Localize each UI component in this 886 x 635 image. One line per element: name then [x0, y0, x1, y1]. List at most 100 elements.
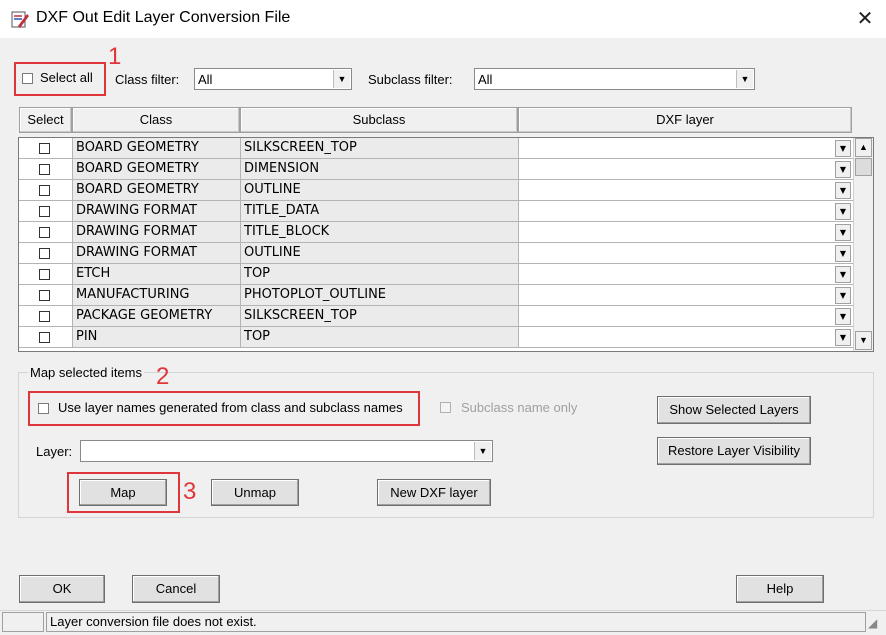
chevron-down-icon[interactable]: ▼ [835, 182, 851, 199]
chevron-down-icon[interactable]: ▼ [835, 329, 851, 346]
table-row[interactable]: BOARD GEOMETRY OUTLINE ▼ [19, 180, 873, 201]
annotation-number-2: 2 [156, 363, 170, 390]
dxf-layer-cell[interactable]: ▼ [519, 264, 854, 285]
map-group-legend: Map selected items [28, 365, 144, 380]
dxf-layer-cell[interactable]: ▼ [519, 201, 854, 222]
class-cell: PIN [73, 327, 241, 348]
status-text: Layer conversion file does not exist. [46, 612, 866, 632]
select-all-checkbox[interactable] [22, 73, 33, 84]
ok-button[interactable]: OK [19, 575, 105, 603]
table-row[interactable]: DRAWING FORMAT OUTLINE ▼ [19, 243, 873, 264]
subclass-cell: OUTLINE [241, 243, 519, 264]
row-select-checkbox[interactable] [39, 290, 50, 301]
row-select-checkbox[interactable] [39, 227, 50, 238]
class-cell: BOARD GEOMETRY [73, 180, 241, 201]
chevron-down-icon[interactable]: ▼ [835, 161, 851, 178]
column-header-dxf-layer[interactable]: DXF layer [518, 107, 852, 133]
table-row[interactable]: PIN TOP ▼ [19, 327, 873, 348]
map-button[interactable]: Map [79, 479, 167, 506]
class-cell: DRAWING FORMAT [73, 201, 241, 222]
scroll-thumb[interactable] [855, 158, 872, 176]
layer-dropdown[interactable]: ▼ [80, 440, 493, 462]
unmap-button[interactable]: Unmap [211, 479, 299, 506]
column-header-class[interactable]: Class [72, 107, 240, 133]
subclass-cell: PHOTOPLOT_OUTLINE [241, 285, 519, 306]
select-cell [19, 222, 73, 243]
row-select-checkbox[interactable] [39, 269, 50, 280]
select-cell [19, 159, 73, 180]
dxf-layer-cell[interactable]: ▼ [519, 138, 854, 159]
subclass-cell: TITLE_DATA [241, 201, 519, 222]
column-header-subclass[interactable]: Subclass [240, 107, 518, 133]
chevron-down-icon[interactable]: ▼ [835, 203, 851, 220]
chevron-down-icon[interactable]: ▼ [474, 442, 491, 460]
select-cell [19, 264, 73, 285]
table-row[interactable]: PACKAGE GEOMETRY SILKSCREEN_TOP ▼ [19, 306, 873, 327]
chevron-down-icon[interactable]: ▼ [835, 266, 851, 283]
chevron-down-icon[interactable]: ▼ [835, 287, 851, 304]
annotation-number-1: 1 [108, 43, 122, 70]
dxf-layer-cell[interactable]: ▼ [519, 327, 854, 348]
select-all-label: Select all [40, 70, 93, 85]
subclass-cell: TITLE_BLOCK [241, 222, 519, 243]
chevron-down-icon[interactable]: ▼ [835, 308, 851, 325]
table-row[interactable]: DRAWING FORMAT TITLE_DATA ▼ [19, 201, 873, 222]
column-header-select[interactable]: Select [19, 107, 72, 133]
chevron-down-icon[interactable]: ▼ [736, 70, 753, 88]
table-row[interactable]: BOARD GEOMETRY DIMENSION ▼ [19, 159, 873, 180]
layer-label: Layer: [36, 444, 73, 459]
class-cell: ETCH [73, 264, 241, 285]
subclass-cell: TOP [241, 264, 519, 285]
close-icon[interactable]: ✕ [852, 6, 878, 32]
table-row[interactable]: BOARD GEOMETRY SILKSCREEN_TOP ▼ [19, 138, 873, 159]
chevron-down-icon[interactable]: ▼ [835, 140, 851, 157]
cancel-button[interactable]: Cancel [132, 575, 220, 603]
dxf-layer-cell[interactable]: ▼ [519, 285, 854, 306]
window-title: DXF Out Edit Layer Conversion File [36, 9, 291, 26]
table-row[interactable]: MANUFACTURING PHOTOPLOT_OUTLINE ▼ [19, 285, 873, 306]
select-cell [19, 327, 73, 348]
class-cell: MANUFACTURING [73, 285, 241, 306]
scroll-up-icon[interactable]: ▲ [855, 138, 872, 157]
chevron-down-icon[interactable]: ▼ [835, 245, 851, 262]
table-row[interactable]: ETCH TOP ▼ [19, 264, 873, 285]
subclass-cell: SILKSCREEN_TOP [241, 138, 519, 159]
row-select-checkbox[interactable] [39, 311, 50, 322]
scroll-down-icon[interactable]: ▼ [855, 331, 872, 350]
chevron-down-icon[interactable]: ▼ [333, 70, 350, 88]
dxf-layer-cell[interactable]: ▼ [519, 159, 854, 180]
dxf-layer-cell[interactable]: ▼ [519, 180, 854, 201]
dxf-layer-cell[interactable]: ▼ [519, 243, 854, 264]
class-filter-label: Class filter: [115, 72, 180, 87]
subclass-only-checkbox[interactable] [440, 402, 451, 413]
subclass-cell: TOP [241, 327, 519, 348]
select-cell [19, 306, 73, 327]
dxf-layer-cell[interactable]: ▼ [519, 306, 854, 327]
new-dxf-layer-button[interactable]: New DXF layer [377, 479, 491, 506]
restore-layer-visibility-button[interactable]: Restore Layer Visibility [657, 437, 811, 465]
table-row[interactable]: DRAWING FORMAT TITLE_BLOCK ▼ [19, 222, 873, 243]
layer-table: BOARD GEOMETRY SILKSCREEN_TOP ▼ BOARD GEOME… [18, 137, 874, 352]
subclass-filter-dropdown[interactable]: All ▼ [474, 68, 755, 90]
class-cell: BOARD GEOMETRY [73, 138, 241, 159]
subclass-only-label: Subclass name only [461, 400, 578, 415]
vertical-scrollbar[interactable]: ▲ ▼ [853, 138, 873, 351]
row-select-checkbox[interactable] [39, 164, 50, 175]
subclass-cell: SILKSCREEN_TOP [241, 306, 519, 327]
class-cell: DRAWING FORMAT [73, 222, 241, 243]
class-cell: PACKAGE GEOMETRY [73, 306, 241, 327]
resize-grip-icon[interactable]: ◢ [868, 616, 877, 630]
select-cell [19, 180, 73, 201]
use-layer-names-checkbox[interactable] [38, 403, 49, 414]
help-button[interactable]: Help [736, 575, 824, 603]
select-cell [19, 138, 73, 159]
class-filter-dropdown[interactable]: All ▼ [194, 68, 352, 90]
row-select-checkbox[interactable] [39, 185, 50, 196]
row-select-checkbox[interactable] [39, 143, 50, 154]
row-select-checkbox[interactable] [39, 248, 50, 259]
dxf-layer-cell[interactable]: ▼ [519, 222, 854, 243]
row-select-checkbox[interactable] [39, 332, 50, 343]
row-select-checkbox[interactable] [39, 206, 50, 217]
chevron-down-icon[interactable]: ▼ [835, 224, 851, 241]
show-selected-layers-button[interactable]: Show Selected Layers [657, 396, 811, 424]
